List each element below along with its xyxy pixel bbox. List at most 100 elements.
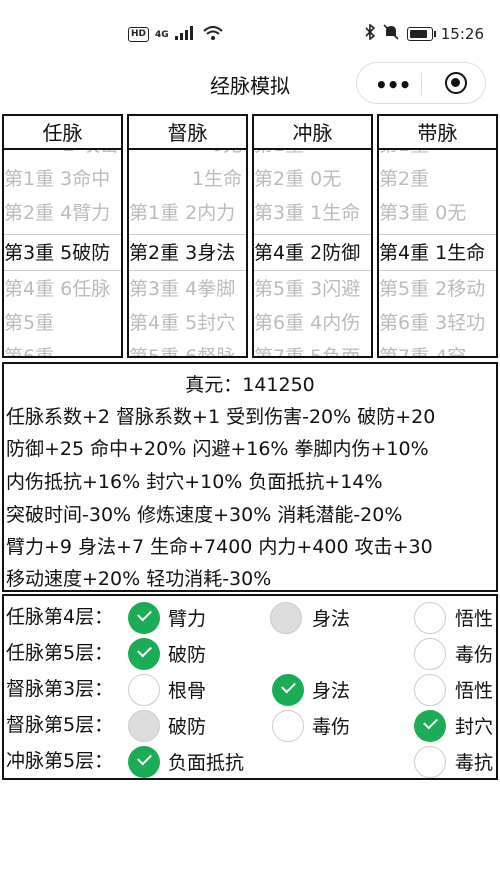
option-text[interactable]: 破防 [168,640,206,667]
capsule-divider [421,73,422,95]
picker-dumai[interactable]: 督脉 0无 1生命 第1重 2内力 第2重 3身法 第3重 4拳脚 第4重 5封… [127,114,248,358]
checkbox-checked[interactable] [128,638,160,670]
picker-option[interactable]: 第7重 5负面 [254,340,371,356]
picker-option[interactable]: 第5重 2移动 [379,272,496,306]
checkbox-unchecked[interactable] [414,638,446,670]
checkbox-unchecked[interactable] [272,710,304,742]
picker-option[interactable]: 第4重 6任脉 [4,272,121,306]
network-indicators: HD 4G [128,26,223,43]
picker-option[interactable]: 2 攻击 [4,150,121,162]
picker-option-selected[interactable]: 第2重 3身法 [129,236,246,270]
picker-option-selected[interactable]: 第4重 2防御 [254,236,371,270]
bluetooth-icon [365,23,375,44]
option-text[interactable]: 毒抗 [455,748,493,775]
picker-header: 任脉 [4,116,121,150]
picker-option[interactable]: 第5重 6督脉 [129,340,246,356]
meridian-pickers: 任脉 2 攻击 第1重 3命中 第2重 4臂力 第3重 5破防 第4重 6任脉 … [2,114,498,360]
picker-option[interactable]: 第6重 3轻功 [379,306,496,340]
picker-option[interactable]: 第4重 5封穴 [129,306,246,340]
option-text[interactable]: 根骨 [168,676,206,703]
selection-line [254,234,371,235]
hd-badge: HD [128,27,150,42]
picker-option[interactable]: 0无 [129,150,246,162]
picker-header: 督脉 [129,116,246,150]
wifi-icon [203,26,223,43]
picker-option[interactable]: 第1重 2内力 [129,196,246,230]
checkbox-unchecked[interactable] [414,602,446,634]
option-row-label: 任脉第5层： [6,642,114,664]
option-row-label: 冲脉第5层： [6,750,114,772]
picker-wheel[interactable]: 2 攻击 第1重 3命中 第2重 4臂力 第3重 5破防 第4重 6任脉 第5重… [4,150,121,356]
checkbox-unchecked[interactable] [128,674,160,706]
option-text[interactable]: 身法 [312,676,350,703]
clock: 15:26 [440,25,484,43]
option-text[interactable]: 臂力 [168,604,206,631]
picker-wheel[interactable]: 第1重 第2重 0无 第3重 1生命 第4重 2防御 第5重 3闪避 第6重 4… [254,150,371,356]
picker-wheel[interactable]: 0无 1生命 第1重 2内力 第2重 3身法 第3重 4拳脚 第4重 5封穴 第… [129,150,246,356]
battery-icon [406,27,436,41]
picker-option[interactable]: 第1重 3命中 [4,162,121,196]
picker-option[interactable]: 第7重 4穿 [379,340,496,356]
picker-option[interactable]: 第6重 [4,340,121,356]
system-indicators: 15:26 [365,23,484,44]
picker-option[interactable]: 第1重 [379,150,496,162]
option-row-label: 督脉第3层： [6,678,114,700]
selection-line [4,270,121,271]
picker-header: 带脉 [379,116,496,150]
mini-program-capsule: ••• [356,62,486,104]
close-mini-program-icon[interactable] [445,72,467,94]
stat-line: 移动速度+20% 轻功消耗-30% [6,568,272,590]
selection-line [4,234,121,235]
option-text[interactable]: 悟性 [455,604,493,631]
picker-option[interactable]: 第5重 3闪避 [254,272,371,306]
selection-line [379,234,496,235]
picker-option[interactable]: 第1重 [254,150,371,162]
option-row-label: 督脉第5层： [6,714,114,736]
selection-line [129,234,246,235]
picker-option[interactable]: 第5重 [4,306,121,340]
checkbox-unchecked[interactable] [414,746,446,778]
option-row-label: 任脉第4层： [6,606,114,628]
more-menu-icon[interactable]: ••• [375,73,411,97]
picker-option-selected[interactable]: 第3重 5破防 [4,236,121,270]
zhenyuan-total: 真元：141250 [185,374,315,396]
option-text[interactable]: 封穴 [455,712,493,739]
checkbox-checked[interactable] [272,674,304,706]
option-text[interactable]: 悟性 [455,676,493,703]
stat-line: 臂力+9 身法+7 生命+7400 内力+400 攻击+30 [6,536,433,558]
layer-options-panel: 任脉第4层： 臂力 身法 悟性 任脉第5层： 破防 毒伤 督脉第3层： 根骨 身… [2,594,498,780]
picker-renmai[interactable]: 任脉 2 攻击 第1重 3命中 第2重 4臂力 第3重 5破防 第4重 6任脉 … [2,114,123,358]
picker-option[interactable]: 第2重 [379,162,496,196]
checkbox-checked[interactable] [128,746,160,778]
picker-option[interactable]: 第2重 4臂力 [4,196,121,230]
stat-line: 内伤抵抗+16% 封穴+10% 负面抵抗+14% [6,471,383,493]
selection-line [129,270,246,271]
stats-panel: 真元：141250 任脉系数+2 督脉系数+1 受到伤害-20% 破防+20 防… [2,362,498,592]
status-bar: HD 4G 15:26 [0,0,500,60]
checkbox-disabled [128,710,160,742]
picker-header: 冲脉 [254,116,371,150]
picker-chongmai[interactable]: 冲脉 第1重 第2重 0无 第3重 1生命 第4重 2防御 第5重 3闪避 第6… [252,114,373,358]
option-text[interactable]: 毒伤 [455,640,493,667]
checkbox-checked[interactable] [414,710,446,742]
picker-option[interactable]: 第3重 1生命 [254,196,371,230]
picker-option[interactable]: 1生命 [129,162,246,196]
mute-bell-icon [383,24,399,44]
option-text: 破防 [168,716,207,738]
picker-option[interactable]: 第3重 4拳脚 [129,272,246,306]
picker-option-selected[interactable]: 第4重 1生命 [379,236,496,270]
picker-daimai[interactable]: 带脉 第1重 第2重 第3重 0无 第4重 1生命 第5重 2移动 第6重 3轻… [377,114,498,358]
checkbox-unchecked[interactable] [414,674,446,706]
selection-line [254,270,371,271]
picker-option[interactable]: 第2重 0无 [254,162,371,196]
picker-option[interactable]: 第6重 4内伤 [254,306,371,340]
signal-label: 4G [155,29,169,40]
checkbox-checked[interactable] [128,602,160,634]
picker-wheel[interactable]: 第1重 第2重 第3重 0无 第4重 1生命 第5重 2移动 第6重 3轻功 第… [379,150,496,356]
option-text[interactable]: 毒伤 [312,712,350,739]
stat-line: 突破时间-30% 修炼速度+30% 消耗潜能-20% [6,504,403,526]
picker-option[interactable]: 第3重 0无 [379,196,496,230]
option-text[interactable]: 负面抵抗 [168,748,244,775]
selection-line [379,270,496,271]
signal-bars-icon [174,26,197,43]
